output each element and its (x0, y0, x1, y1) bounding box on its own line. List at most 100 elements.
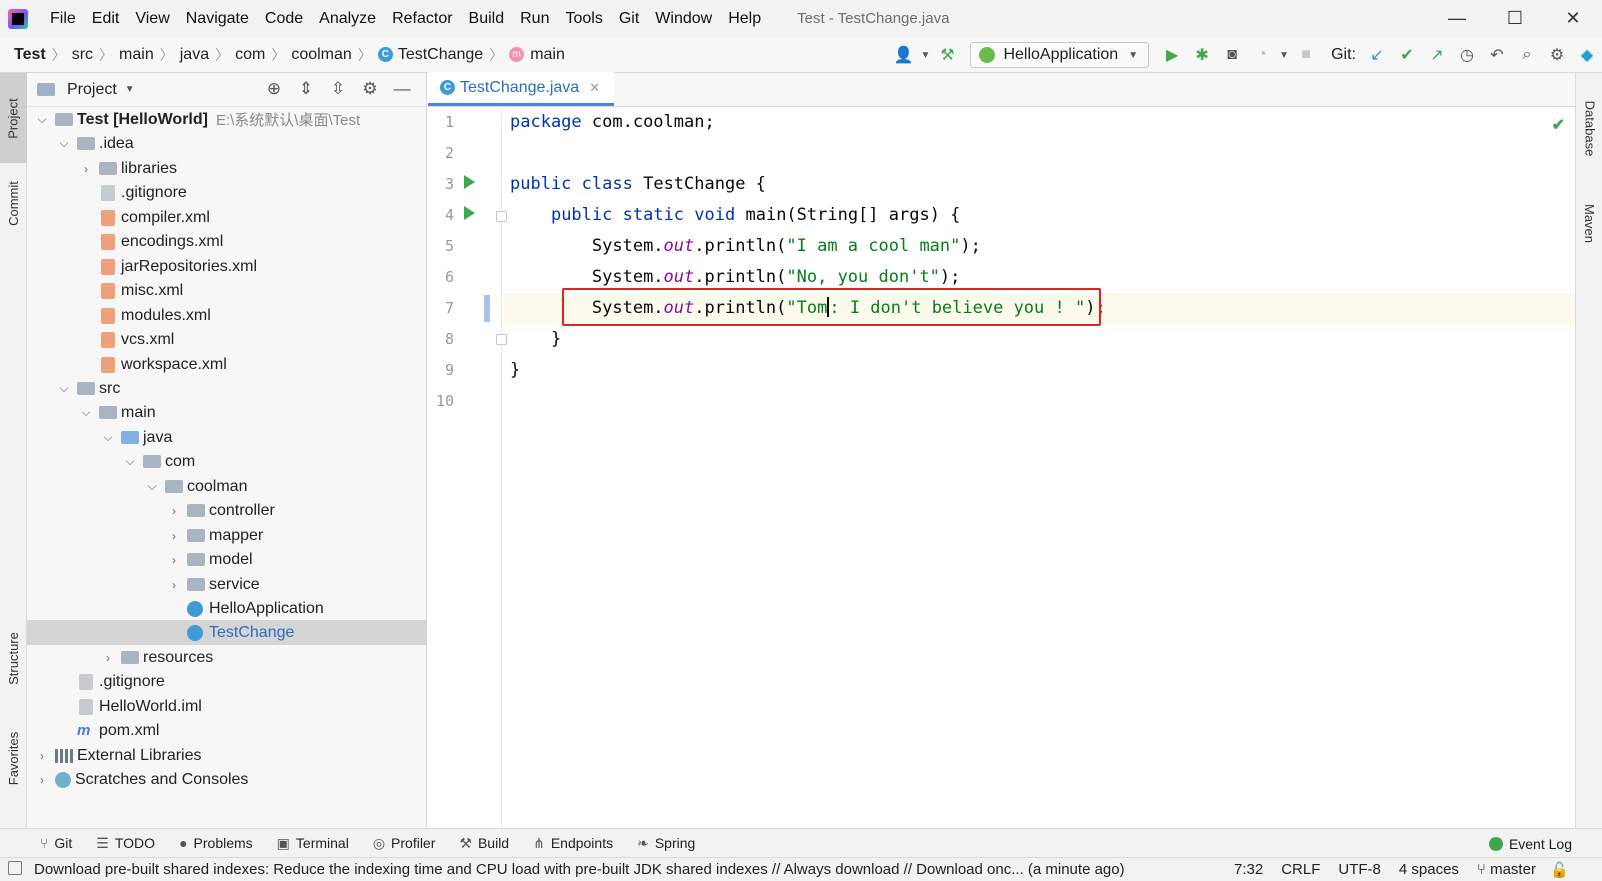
tree-item[interactable]: modules.xml (27, 303, 427, 328)
chevron-right-icon[interactable]: › (167, 529, 181, 543)
menu-git[interactable]: Git (611, 10, 647, 28)
settings-icon[interactable]: ⚙ (1542, 40, 1572, 70)
chevron-down-icon[interactable]: ▼ (1277, 40, 1291, 70)
crumb-main[interactable]: main (119, 46, 154, 64)
tool-windows-toggle-icon[interactable] (8, 861, 22, 875)
tree-item[interactable]: ⌵ coolman (27, 474, 427, 499)
editor-tab-testchange[interactable]: C TestChange.java ✕ (428, 72, 615, 106)
menu-tools[interactable]: Tools (557, 10, 610, 28)
tree-item[interactable]: misc.xml (27, 278, 427, 303)
crumb-method-main[interactable]: m main (509, 46, 565, 64)
crumb-project[interactable]: Test (14, 46, 46, 64)
tree-item[interactable]: m pom.xml (27, 718, 427, 743)
chevron-right-icon[interactable]: › (167, 578, 181, 592)
tool-tab-database[interactable]: Database (1576, 83, 1602, 173)
menu-code[interactable]: Code (257, 10, 311, 28)
git-branch[interactable]: ⑂ master (1477, 861, 1536, 878)
history-icon[interactable]: ◷ (1452, 40, 1482, 70)
tree-item[interactable]: › External Libraries (27, 743, 427, 768)
tool-spring[interactable]: ❧ Spring (637, 835, 695, 852)
chevron-down-icon[interactable]: ⌵ (57, 381, 71, 396)
menu-help[interactable]: Help (720, 10, 769, 28)
chevron-down-icon[interactable]: ⌵ (123, 454, 137, 469)
profile-icon[interactable]: ◔ (1247, 40, 1277, 70)
expand-all-icon[interactable]: ⇕ (290, 79, 322, 99)
close-window-button[interactable]: ✕ (1544, 0, 1602, 37)
event-log-button[interactable]: Event Log (1488, 829, 1572, 858)
tree-item[interactable]: › Scratches and Consoles (27, 767, 427, 792)
tree-item[interactable]: ⌵ com (27, 449, 427, 474)
file-encoding[interactable]: UTF-8 (1338, 861, 1381, 878)
tree-item[interactable]: TestChange (27, 620, 427, 645)
tree-item[interactable]: compiler.xml (27, 205, 427, 230)
tree-item[interactable]: › service (27, 572, 427, 597)
chevron-down-icon[interactable]: ▼ (918, 40, 932, 70)
chevron-right-icon[interactable]: › (35, 749, 49, 763)
chevron-down-icon[interactable]: ⌵ (79, 405, 93, 420)
menu-file[interactable]: File (42, 10, 84, 28)
rollback-icon[interactable]: ↶ (1482, 40, 1512, 70)
menu-run[interactable]: Run (512, 10, 557, 28)
minimize-button[interactable]: — (1428, 0, 1486, 37)
run-class-icon[interactable] (464, 175, 475, 189)
git-commit-icon[interactable]: ✔ (1392, 40, 1422, 70)
code-area[interactable]: package com.coolman; public class TestCh… (503, 107, 1575, 828)
tool-tab-commit[interactable]: Commit (0, 168, 27, 238)
stop-icon[interactable]: ■ (1291, 40, 1321, 70)
user-icon[interactable]: 👤 (888, 40, 918, 70)
chevron-down-icon[interactable]: ▼ (125, 84, 135, 95)
hide-panel-icon[interactable]: — (386, 79, 418, 99)
git-push-icon[interactable]: ↗ (1422, 40, 1452, 70)
toolbox-icon[interactable]: ◆ (1572, 40, 1602, 70)
tree-item[interactable]: › mapper (27, 523, 427, 548)
tree-item[interactable]: jarRepositories.xml (27, 254, 427, 279)
chevron-right-icon[interactable]: › (35, 773, 49, 787)
crumb-src[interactable]: src (72, 46, 93, 64)
menu-window[interactable]: Window (647, 10, 720, 28)
tool-tab-project[interactable]: Project (0, 73, 27, 163)
chevron-down-icon[interactable]: ⌵ (35, 112, 49, 127)
chevron-down-icon[interactable]: ⌵ (145, 479, 159, 494)
crumb-testchange[interactable]: C TestChange (377, 46, 483, 64)
line-separator[interactable]: CRLF (1281, 861, 1320, 878)
tree-item[interactable]: ⌵ Test [HelloWorld] E:\系统默认\桌面\Test (27, 107, 427, 132)
tree-item[interactable]: HelloWorld.iml (27, 694, 427, 719)
chevron-down-icon[interactable]: ⌵ (101, 430, 115, 445)
tool-tab-favorites[interactable]: Favorites (0, 713, 27, 803)
chevron-down-icon[interactable]: ⌵ (57, 136, 71, 151)
tree-item[interactable]: .gitignore (27, 180, 427, 205)
chevron-right-icon[interactable]: › (79, 162, 93, 176)
menu-build[interactable]: Build (461, 10, 513, 28)
gear-icon[interactable]: ⚙ (354, 79, 386, 99)
caret-position[interactable]: 7:32 (1234, 861, 1263, 878)
run-configuration-select[interactable]: HelloApplication ▼ (970, 42, 1150, 68)
tree-item[interactable]: encodings.xml (27, 229, 427, 254)
crumb-coolman[interactable]: coolman (291, 46, 351, 64)
collapse-all-icon[interactable]: ⇳ (322, 79, 354, 99)
tool-build[interactable]: ⚒ Build (459, 835, 509, 852)
tree-item[interactable]: .gitignore (27, 669, 427, 694)
tool-endpoints[interactable]: ⋔ Endpoints (533, 835, 613, 852)
run-main-icon[interactable] (464, 206, 475, 220)
menu-refactor[interactable]: Refactor (384, 10, 460, 28)
tree-item[interactable]: › controller (27, 498, 427, 523)
tree-item[interactable]: HelloApplication (27, 596, 427, 621)
chevron-right-icon[interactable]: › (167, 504, 181, 518)
tree-item[interactable]: › libraries (27, 156, 427, 181)
tree-item[interactable]: vcs.xml (27, 327, 427, 352)
tree-item[interactable]: › model (27, 547, 427, 572)
git-update-icon[interactable]: ↙ (1362, 40, 1392, 70)
tree-item[interactable]: workspace.xml (27, 352, 427, 377)
tool-todo[interactable]: ☰ TODO (96, 835, 155, 852)
search-icon[interactable]: ⌕ (1512, 40, 1542, 70)
maximize-button[interactable]: ☐ (1486, 0, 1544, 37)
menu-view[interactable]: View (127, 10, 177, 28)
chevron-right-icon[interactable]: › (101, 651, 115, 665)
tree-item[interactable]: ⌵ main (27, 400, 427, 425)
tool-terminal[interactable]: ▣ Terminal (277, 835, 349, 852)
tool-problems[interactable]: ● Problems (179, 835, 253, 851)
status-message[interactable]: Download pre-built shared indexes: Reduc… (34, 861, 1214, 878)
menu-edit[interactable]: Edit (84, 10, 128, 28)
tool-tab-maven[interactable]: Maven (1576, 183, 1602, 263)
tree-item[interactable]: › resources (27, 645, 427, 670)
